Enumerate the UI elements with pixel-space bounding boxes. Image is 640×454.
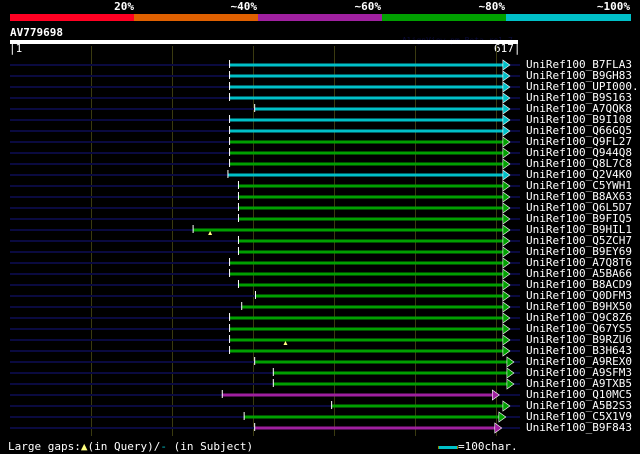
query-gap-marker: [283, 341, 288, 345]
hit-arrow: [502, 136, 511, 148]
hit-arrow: [502, 92, 511, 104]
hit-arrow: [502, 334, 511, 346]
hit-arrow: [502, 147, 511, 159]
hit-arrow: [494, 422, 503, 434]
hit-arrow: [502, 323, 511, 335]
hit-arrow: [502, 114, 511, 126]
hit-arrow: [502, 125, 511, 137]
subject-gap-icon: -: [160, 440, 167, 453]
hit-arrow: [502, 81, 511, 93]
hit-arrow: [498, 411, 507, 423]
hit-arrow: [502, 70, 511, 82]
hit-arrow: [502, 169, 511, 181]
hit-arrow: [502, 246, 511, 258]
legend-subject-label: (in Subject): [173, 440, 254, 453]
hit-arrow: [502, 235, 511, 247]
hit-arrow: [502, 202, 511, 214]
hit-arrow: [502, 59, 511, 71]
hit-arrow: [502, 312, 511, 324]
hit-arrow: [502, 180, 511, 192]
hit-arrow: [502, 158, 511, 170]
legend-query-label: (in Query)/: [87, 440, 161, 453]
hit-arrow: [502, 213, 511, 225]
hit-arrow: [506, 356, 515, 368]
hit-label[interactable]: UniRef100_B9F843: [526, 422, 632, 433]
hit-arrow: [502, 279, 511, 291]
legend-gaps: Large gaps:▲(in Query)/- (in Subject): [8, 440, 253, 453]
hit-arrow: [506, 378, 515, 390]
hit-arrow: [502, 224, 511, 236]
hit-arrow: [502, 301, 511, 313]
hit-arrow: [502, 191, 511, 203]
hit-arrow: [502, 345, 511, 357]
legend-gaps-label: Large gaps:: [8, 440, 81, 453]
scale-line-icon: [438, 445, 458, 449]
hit-arrow: [502, 257, 511, 269]
legend-scale: =100char.: [438, 440, 518, 453]
legend-scale-label: =100char.: [458, 440, 518, 453]
hit-arrow: [502, 290, 511, 302]
hit-arrow: [506, 367, 515, 379]
hit-arrow: [492, 389, 500, 401]
hit-arrow: [502, 103, 511, 115]
hit-arrow: [502, 268, 511, 280]
hit-arrow: [502, 400, 511, 412]
query-gap-marker: [208, 231, 213, 235]
